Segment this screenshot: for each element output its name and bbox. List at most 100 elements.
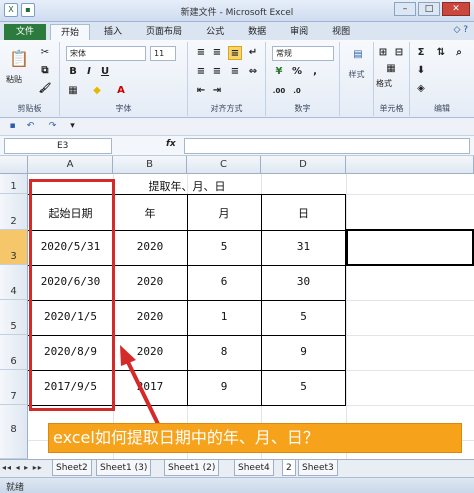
tab-home[interactable]: 开始	[50, 24, 91, 40]
maximize-button[interactable]: □	[418, 2, 440, 16]
row-header[interactable]: 3	[0, 230, 28, 265]
indent-decrease-icon[interactable]: ⇤	[194, 84, 208, 98]
align-middle-icon[interactable]: ≡	[210, 46, 224, 60]
find-select-icon[interactable]: ⌕	[452, 46, 466, 60]
tab-formulas[interactable]: 公式	[196, 24, 234, 40]
table-cell[interactable]: 2017	[113, 380, 187, 393]
decrease-decimal-icon[interactable]: .0	[290, 84, 304, 98]
sheet-nav-buttons[interactable]: ◂◂ ◂ ▸ ▸▸	[2, 463, 43, 472]
paste-button[interactable]: 粘贴	[6, 74, 22, 85]
row-header[interactable]: 6	[0, 335, 28, 370]
paste-icon[interactable]: 📋	[8, 48, 30, 70]
merge-icon[interactable]: ⇔	[246, 65, 260, 79]
sheet-tab[interactable]: Sheet4	[234, 460, 274, 476]
font-size-select[interactable]: 11	[150, 46, 176, 61]
sheet-tab[interactable]: Sheet1 (2)	[164, 460, 220, 476]
sort-filter-icon[interactable]: ⇅	[434, 46, 448, 60]
table-cell[interactable]: 2020	[113, 240, 187, 253]
header-year[interactable]: 年	[113, 205, 187, 221]
sheet-title[interactable]: 提取年、月、日	[113, 178, 261, 194]
header-month[interactable]: 月	[187, 205, 261, 221]
fill-icon[interactable]: ⬇	[414, 64, 428, 78]
row-header[interactable]: 4	[0, 265, 28, 300]
table-cell[interactable]: 6	[187, 275, 261, 288]
row-header[interactable]: 8	[0, 405, 28, 459]
save-icon[interactable]: ▪	[6, 120, 19, 133]
underline-button[interactable]: U	[98, 65, 112, 79]
minimize-button[interactable]: –	[394, 2, 416, 16]
select-all-corner[interactable]	[0, 156, 28, 174]
table-cell[interactable]: 5	[261, 310, 346, 323]
delete-cells-icon[interactable]: ⊟	[392, 46, 406, 60]
comma-button[interactable]: ,	[308, 65, 322, 79]
align-top-icon[interactable]: ≡	[194, 46, 208, 60]
border-icon[interactable]: ▦	[66, 84, 80, 98]
table-cell[interactable]: 9	[187, 380, 261, 393]
sheet-tab[interactable]: Sheet3	[298, 460, 338, 476]
table-cell[interactable]: 5	[261, 380, 346, 393]
table-cell[interactable]: 5	[187, 240, 261, 253]
table-cell[interactable]: 2020	[113, 310, 187, 323]
format-cells-icon[interactable]: ▦	[384, 62, 398, 76]
italic-button[interactable]: I	[82, 65, 96, 79]
table-cell[interactable]: 2020	[113, 345, 187, 358]
cut-icon[interactable]: ✂	[38, 46, 52, 60]
table-cell[interactable]: 1	[187, 310, 261, 323]
autosum-icon[interactable]: Σ	[414, 46, 428, 60]
format-painter-icon[interactable]: 🖌	[38, 82, 52, 96]
tab-page-layout[interactable]: 页面布局	[136, 24, 192, 40]
close-button[interactable]: ✕	[442, 2, 470, 16]
table-cell[interactable]: 2020	[113, 275, 187, 288]
align-right-icon[interactable]: ≡	[228, 65, 242, 79]
table-cell[interactable]: 31	[261, 240, 346, 253]
row-header[interactable]: 2	[0, 194, 28, 230]
align-bottom-icon[interactable]: ≡	[228, 46, 242, 60]
column-header-d[interactable]: D	[261, 156, 346, 174]
row-header[interactable]: 5	[0, 300, 28, 335]
number-format-select[interactable]: 常规	[272, 46, 334, 61]
font-color-icon[interactable]: A	[114, 84, 128, 98]
customize-qat-icon[interactable]: ▾	[66, 120, 79, 133]
table-cell[interactable]: 9	[261, 345, 346, 358]
indent-increase-icon[interactable]: ⇥	[210, 84, 224, 98]
sheet-tab-active[interactable]: 2	[282, 460, 296, 476]
insert-cells-icon[interactable]: ⊞	[376, 46, 390, 60]
row-header[interactable]: 7	[0, 370, 28, 405]
styles-icon[interactable]: ▤	[348, 48, 368, 68]
copy-icon[interactable]: ⧉	[38, 64, 52, 78]
table-cell[interactable]: 30	[261, 275, 346, 288]
header-day[interactable]: 日	[261, 205, 346, 221]
tab-review[interactable]: 审阅	[280, 24, 318, 40]
name-box[interactable]: E3	[4, 138, 112, 154]
selected-cell-e3[interactable]	[346, 229, 474, 266]
increase-decimal-icon[interactable]: .00	[272, 84, 286, 98]
tab-data[interactable]: 数据	[238, 24, 276, 40]
bold-button[interactable]: B	[66, 65, 80, 79]
align-left-icon[interactable]: ≡	[194, 65, 208, 79]
redo-icon[interactable]: ↷	[46, 120, 59, 133]
sheet-tab[interactable]: Sheet1 (3)	[96, 460, 152, 476]
percent-button[interactable]: %	[290, 65, 304, 79]
column-header-b[interactable]: B	[113, 156, 187, 174]
tab-view[interactable]: 视图	[322, 24, 360, 40]
tab-insert[interactable]: 插入	[94, 24, 132, 40]
wrap-text-icon[interactable]: ↵	[246, 46, 260, 60]
table-cell[interactable]: 8	[187, 345, 261, 358]
sheet-tab[interactable]: Sheet2	[52, 460, 92, 476]
row-header[interactable]: 1	[0, 174, 28, 194]
formula-input[interactable]	[184, 138, 470, 154]
align-center-icon[interactable]: ≡	[210, 65, 224, 79]
insert-function-button[interactable]: fx	[166, 139, 176, 149]
clear-icon[interactable]: ◈	[414, 82, 428, 96]
fill-color-icon[interactable]: ◆	[90, 84, 104, 98]
format-button[interactable]: 格式	[376, 78, 392, 89]
styles-label[interactable]: 样式	[340, 69, 373, 80]
undo-icon[interactable]: ↶	[24, 120, 37, 133]
column-header-c[interactable]: C	[187, 156, 261, 174]
column-header-a[interactable]: A	[28, 156, 113, 174]
currency-icon[interactable]: ¥	[272, 65, 286, 79]
help-icon[interactable]: ◇ ?	[453, 25, 468, 35]
column-header-e[interactable]	[346, 156, 474, 174]
tab-file[interactable]: 文件	[4, 24, 47, 40]
font-name-select[interactable]: 宋体	[66, 46, 146, 61]
